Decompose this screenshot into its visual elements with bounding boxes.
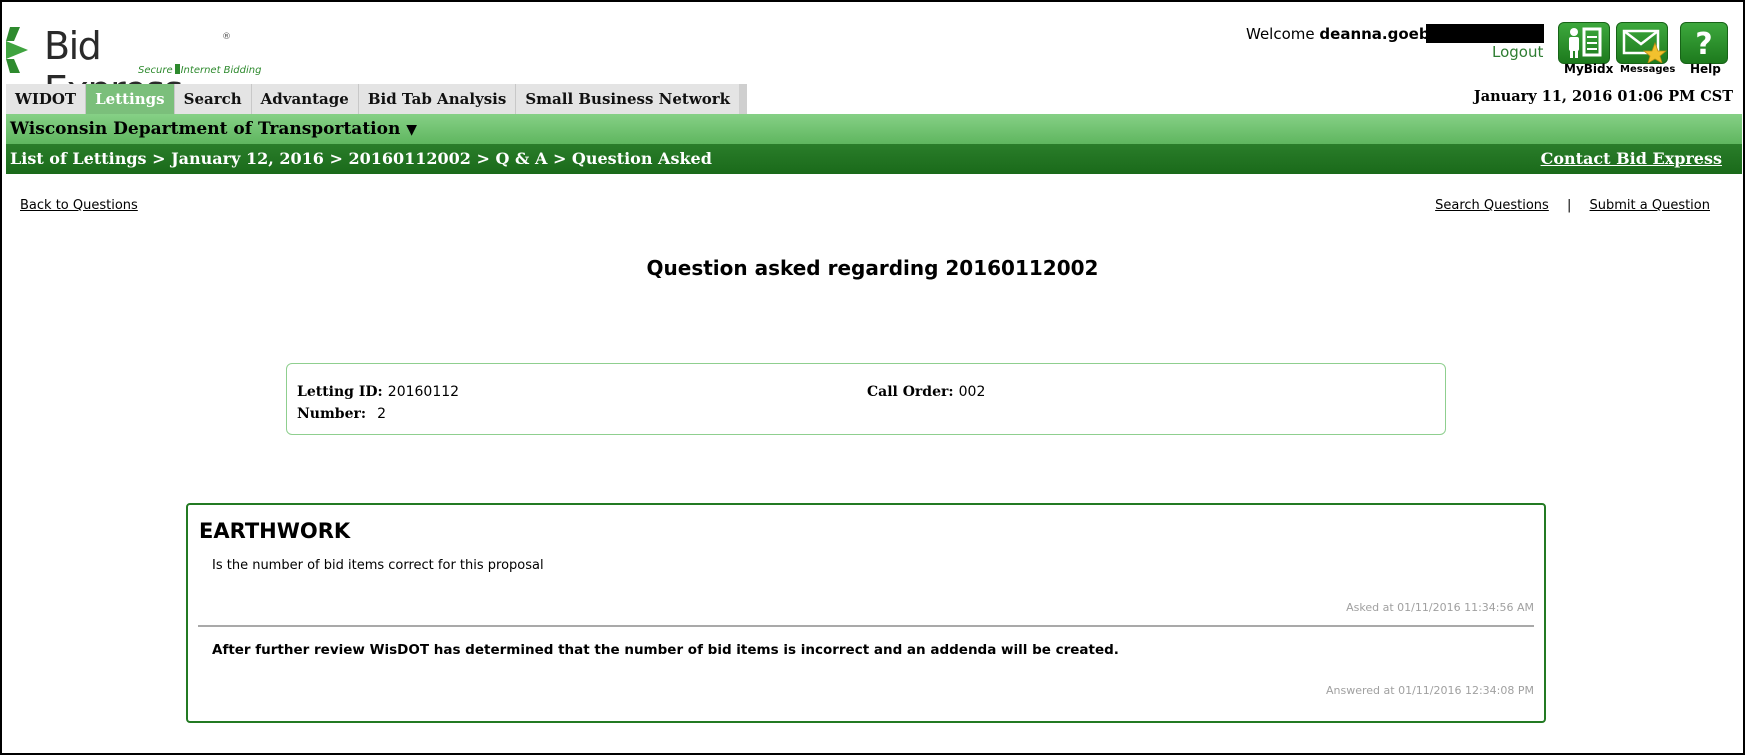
- answer-text: After further review WisDOT has determin…: [212, 642, 1119, 658]
- help-question-icon: ?: [1695, 27, 1712, 62]
- question-text: Is the number of bid items correct for t…: [212, 558, 544, 573]
- messages-button[interactable]: [1616, 22, 1668, 64]
- svg-text:?: ?: [1695, 27, 1712, 62]
- call-order-label: Call Order:: [867, 384, 954, 400]
- asked-timestamp: Asked at 01/11/2016 11:34:56 AM: [1346, 601, 1534, 614]
- tab-small-business-network[interactable]: Small Business Network: [516, 84, 748, 114]
- call-order-row: Call Order: 002: [867, 381, 985, 400]
- answered-timestamp: Answered at 01/11/2016 12:34:08 PM: [1326, 684, 1534, 697]
- help-button[interactable]: ?: [1680, 22, 1728, 64]
- contact-bid-express-link[interactable]: Contact Bid Express: [1541, 144, 1722, 174]
- current-datetime: January 11, 2016 01:06 PM CST: [1473, 88, 1733, 105]
- redacted-block: [1426, 24, 1544, 43]
- question-divider: [198, 625, 1534, 627]
- mybidx-label[interactable]: MyBidx: [1564, 62, 1613, 76]
- logo-tagline: Secure Internet Bidding: [138, 64, 262, 76]
- page-title: Question asked regarding 20160112002: [646, 256, 1099, 280]
- breadcrumb-text[interactable]: List of Lettings > January 12, 2016 > 20…: [10, 149, 712, 168]
- messages-label[interactable]: Messages: [1620, 64, 1675, 75]
- tab-widot[interactable]: WIDOT: [6, 84, 87, 114]
- mybidx-button[interactable]: [1558, 22, 1610, 64]
- number-value: 2: [377, 406, 387, 422]
- tab-advantage[interactable]: Advantage: [251, 84, 359, 114]
- department-selector[interactable]: Wisconsin Department of Transportation ▼: [6, 114, 1742, 144]
- chevron-down-icon: ▼: [406, 122, 418, 138]
- logout-link[interactable]: Logout: [1492, 43, 1543, 61]
- tab-lettings[interactable]: Lettings: [86, 84, 175, 114]
- main-tabs: WIDOT Lettings Search Advantage Bid Tab …: [6, 84, 748, 114]
- link-separator: |: [1566, 198, 1572, 213]
- question-actions: Search Questions | Submit a Question: [1435, 198, 1710, 213]
- breadcrumb: List of Lettings > January 12, 2016 > 20…: [6, 144, 1742, 174]
- call-order-value: 002: [958, 384, 986, 400]
- mybidx-icon: [1569, 27, 1602, 58]
- letting-id-row: Letting ID: 20160112: [297, 381, 459, 400]
- messages-envelope-icon: [1622, 29, 1667, 63]
- tab-search[interactable]: Search: [174, 84, 252, 114]
- letting-info-panel: Letting ID: 20160112 Number: 2 Call Orde…: [286, 363, 1446, 435]
- search-questions-link[interactable]: Search Questions: [1435, 198, 1549, 213]
- question-title: EARTHWORK: [199, 519, 351, 543]
- number-row: Number: 2: [297, 403, 386, 422]
- logo-registered: ®: [222, 32, 231, 42]
- welcome-text: Welcome deanna.goebel: [1246, 25, 1445, 43]
- question-panel: EARTHWORK Is the number of bid items cor…: [186, 503, 1546, 723]
- department-label: Wisconsin Department of Transportation: [10, 119, 401, 139]
- number-label: Number:: [297, 406, 367, 422]
- tab-bid-tab-analysis[interactable]: Bid Tab Analysis: [358, 84, 517, 114]
- help-label[interactable]: Help: [1690, 62, 1721, 76]
- back-to-questions-link[interactable]: Back to Questions: [20, 198, 138, 213]
- letting-id-label: Letting ID:: [297, 384, 383, 400]
- letting-id-value: 20160112: [387, 384, 460, 400]
- submit-question-link[interactable]: Submit a Question: [1590, 198, 1711, 213]
- logo-chevron-icon: [6, 27, 28, 73]
